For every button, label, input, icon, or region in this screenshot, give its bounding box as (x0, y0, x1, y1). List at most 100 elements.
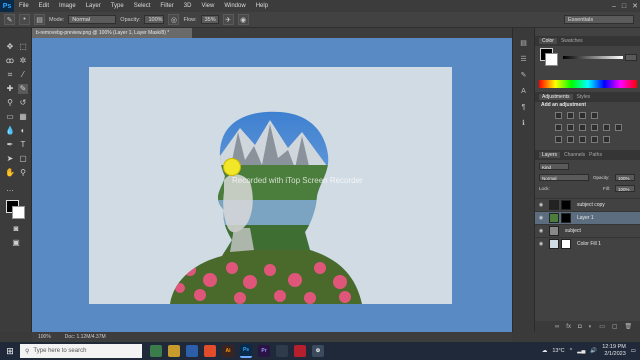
quick-mask-icon[interactable]: ◙ (11, 224, 21, 234)
brush-panel-icon[interactable]: ✎ (518, 70, 529, 81)
layer-filter-kind[interactable]: Kind (539, 163, 569, 170)
black-white-icon[interactable] (591, 124, 598, 131)
brush-tool-icon[interactable]: ✎ (4, 14, 15, 25)
eye-icon[interactable]: ◉ (537, 215, 545, 221)
threshold-icon[interactable] (579, 136, 586, 143)
eye-icon[interactable]: ◉ (537, 202, 545, 208)
menu-view[interactable]: View (196, 3, 219, 9)
delete-layer-icon[interactable]: 🗑 (625, 323, 633, 330)
opacity-field[interactable]: 100% (144, 15, 165, 24)
layer-mask-thumbnail[interactable] (561, 213, 571, 223)
tab-styles[interactable]: Styles (577, 94, 591, 100)
paint-icon[interactable] (276, 345, 288, 357)
lasso-tool-icon[interactable]: ꝏ (5, 56, 15, 66)
hand-tool-icon[interactable]: ✋ (5, 168, 15, 178)
k-value-field[interactable] (625, 54, 637, 61)
pen-tool-icon[interactable]: ✒ (5, 140, 15, 150)
new-adjustment-icon[interactable]: ◐ (589, 324, 593, 330)
layer-fill-field[interactable]: 100% (615, 185, 635, 192)
menu-type[interactable]: Type (106, 3, 129, 9)
workspace-select[interactable]: Essentials (564, 15, 634, 24)
eraser-tool-icon[interactable]: ▭ (5, 112, 15, 122)
layer-row-subject[interactable]: ◉ subject (535, 224, 640, 237)
tab-adjustments[interactable]: Adjustments (539, 94, 573, 100)
zoom-tool-icon[interactable]: ⚲ (18, 168, 28, 178)
history-panel-icon[interactable]: ▤ (518, 38, 529, 49)
zoom-level[interactable]: 100% (38, 334, 51, 340)
doc-size-info[interactable]: Doc: 1.12M/4.37M (65, 334, 106, 340)
eye-icon[interactable]: ◉ (537, 228, 545, 234)
healing-brush-tool-icon[interactable]: ✚ (5, 84, 15, 94)
channel-mixer-icon[interactable] (615, 124, 622, 131)
minimize-button[interactable]: – (612, 3, 616, 10)
menu-select[interactable]: Select (129, 3, 156, 9)
settings-gear-icon[interactable]: ⚙ (312, 345, 324, 357)
edge-icon[interactable] (186, 345, 198, 357)
add-style-icon[interactable]: fx (566, 324, 571, 330)
exposure-icon[interactable] (591, 112, 598, 119)
levels-icon[interactable] (567, 112, 574, 119)
volume-icon[interactable]: 🔊 (590, 348, 597, 354)
menu-filter[interactable]: Filter (155, 3, 178, 9)
tab-layers[interactable]: Layers (539, 152, 561, 158)
layer-row-layer-1[interactable]: ◉ Layer 1 (535, 211, 640, 224)
illustrator-icon[interactable]: Ai (222, 345, 234, 357)
tab-color[interactable]: Color (539, 38, 557, 44)
rectangle-tool-icon[interactable]: ▢ (18, 154, 28, 164)
panel-background-swatch[interactable] (545, 53, 558, 66)
recorder-app-icon[interactable] (294, 345, 306, 357)
premiere-icon[interactable]: Pr (258, 345, 270, 357)
pressure-size-icon[interactable]: ◉ (237, 14, 249, 25)
magic-wand-tool-icon[interactable]: ✲ (18, 56, 28, 66)
photoshop-taskbar-icon[interactable]: Ps (240, 344, 252, 358)
screen-mode-icon[interactable]: ▣ (11, 238, 21, 248)
hue-saturation-icon[interactable] (567, 124, 574, 131)
flow-field[interactable]: 35% (200, 15, 219, 24)
tab-paths[interactable]: Paths (589, 152, 602, 158)
info-panel-icon[interactable]: ℹ (518, 118, 529, 129)
new-layer-icon[interactable]: ▢ (612, 323, 618, 330)
new-group-icon[interactable]: ▭ (599, 323, 605, 330)
properties-panel-icon[interactable]: ☰ (518, 54, 529, 65)
layer-mask-thumbnail[interactable] (561, 200, 571, 210)
weather-temp[interactable]: 13°C (552, 348, 564, 354)
more-tools-icon[interactable]: … (5, 184, 15, 194)
clock[interactable]: 12:19 PM 2/1/2023 (602, 344, 626, 358)
layer-mask-thumbnail[interactable] (561, 239, 571, 249)
maximize-button[interactable]: □ (622, 3, 626, 10)
paragraph-panel-icon[interactable]: ¶ (518, 102, 529, 113)
document-tab[interactable]: b-removebg-preview.png @ 100% (Layer 1, … (32, 28, 192, 38)
airbrush-icon[interactable]: ✈ (222, 14, 234, 25)
vibrance-icon[interactable] (555, 124, 562, 131)
eyedropper-tool-icon[interactable]: ⁄ (18, 70, 28, 80)
blend-mode-select[interactable]: Normal (539, 174, 589, 181)
notification-icon[interactable]: ▭ (631, 348, 636, 354)
photo-filter-icon[interactable] (603, 124, 610, 131)
weather-icon[interactable]: ☁ (542, 348, 548, 354)
network-icon[interactable]: ▂▄ (577, 348, 585, 354)
posterize-icon[interactable] (567, 136, 574, 143)
gradient-tool-icon[interactable]: ▦ (18, 112, 28, 122)
k-slider[interactable] (563, 56, 623, 59)
brush-panel-toggle-icon[interactable]: ▤ (34, 14, 45, 25)
dodge-tool-icon[interactable]: ◐ (18, 126, 28, 136)
mode-select[interactable]: Normal (68, 15, 117, 24)
menu-image[interactable]: Image (54, 3, 81, 9)
close-button[interactable]: ✕ (632, 2, 638, 10)
curves-icon[interactable] (579, 112, 586, 119)
layer-row-subject-copy[interactable]: ◉ subject copy (535, 198, 640, 211)
blur-tool-icon[interactable]: 💧 (5, 126, 15, 136)
link-layers-icon[interactable]: ∞ (555, 324, 559, 330)
gradient-map-icon[interactable] (591, 136, 598, 143)
taskbar-search-box[interactable]: ⚲ Type here to search (20, 344, 142, 358)
add-mask-icon[interactable]: ◘ (578, 324, 582, 330)
crop-tool-icon[interactable]: ⌗ (5, 70, 15, 80)
menu-file[interactable]: File (14, 3, 34, 9)
history-brush-tool-icon[interactable]: ↺ (18, 98, 28, 108)
books-app-icon[interactable] (150, 345, 162, 357)
character-panel-icon[interactable]: A (518, 86, 529, 97)
pressure-opacity-icon[interactable]: ◎ (168, 14, 180, 25)
file-explorer-icon[interactable] (168, 345, 180, 357)
windows-start-icon[interactable]: ⊞ (0, 342, 20, 360)
menu-layer[interactable]: Layer (81, 3, 106, 9)
